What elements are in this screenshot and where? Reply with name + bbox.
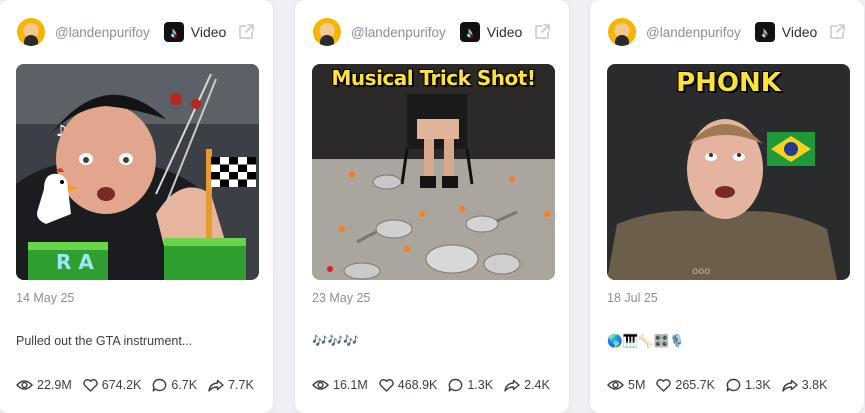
account-handle[interactable]: @landenpurifoy [55, 25, 150, 40]
shares-stat: 2.4K [504, 378, 550, 392]
post-header: @landenpurifoy ♪ Video [313, 16, 551, 48]
likes-stat: 674.2K [83, 378, 142, 392]
comment-icon [152, 378, 167, 392]
comment-icon [448, 378, 463, 392]
eye-icon [312, 380, 329, 390]
content-type-label: Video [190, 24, 227, 40]
video-thumbnail[interactable]: ooo PHONK [607, 64, 850, 280]
shares-count: 2.4K [524, 378, 550, 392]
comments-stat: 1.3K [448, 378, 493, 392]
likes-stat: 265.7K [656, 378, 715, 392]
heart-icon [83, 378, 98, 392]
content-type-label: Video [486, 24, 523, 40]
comments-stat: 6.7K [152, 378, 197, 392]
svg-text:ooo: ooo [692, 266, 710, 277]
engagement-stats: 16.1M 468.9K 1.3K 2.4K [312, 378, 561, 392]
shares-stat: 7.7K [208, 378, 254, 392]
video-overlay-title: Musical Trick Shot! [331, 66, 536, 90]
views-count: 16.1M [333, 378, 368, 392]
tiktok-icon: ♪ [163, 22, 184, 42]
views-stat: 5M [607, 378, 645, 392]
views-count: 22.9M [37, 378, 72, 392]
comments-stat: 1.3K [726, 378, 771, 392]
account-handle[interactable]: @landenpurifoy [351, 25, 446, 40]
post-card[interactable]: @landenpurifoy ♪ Video [0, 0, 273, 413]
post-header: @landenpurifoy ♪ Video [608, 16, 846, 48]
views-stat: 16.1M [312, 378, 368, 392]
tiktok-icon: ♪ [459, 22, 480, 42]
engagement-stats: 5M 265.7K 1.3K 3.8K [607, 378, 838, 392]
post-caption: Pulled out the GTA instrument... [16, 334, 193, 348]
comment-icon [726, 378, 741, 392]
heart-icon [379, 378, 394, 392]
share-icon [782, 379, 798, 392]
comments-count: 1.3K [467, 378, 494, 392]
eye-icon [16, 380, 33, 390]
external-link-icon[interactable] [533, 23, 551, 41]
avatar[interactable] [17, 18, 45, 46]
tiktok-icon: ♪ [754, 22, 775, 42]
svg-text:R A: R A [56, 250, 94, 274]
likes-stat: 468.9K [379, 378, 438, 392]
likes-count: 674.2K [101, 378, 142, 392]
video-thumbnail[interactable]: R A ♪ [16, 64, 259, 280]
external-link-icon[interactable] [237, 23, 255, 41]
account-handle[interactable]: @landenpurifoy [646, 25, 741, 40]
eye-icon [607, 380, 624, 390]
shares-count: 7.7K [228, 378, 254, 392]
avatar[interactable] [313, 18, 341, 46]
video-overlay-title: PHONK [676, 68, 781, 98]
shares-stat: 3.8K [782, 378, 828, 392]
share-icon [208, 379, 224, 392]
views-count: 5M [628, 378, 646, 392]
content-type-label: Video [781, 24, 818, 40]
post-date: 23 May 25 [312, 291, 371, 305]
comments-count: 1.3K [745, 378, 771, 392]
likes-count: 468.9K [397, 378, 438, 392]
share-icon [504, 379, 520, 392]
post-date: 14 May 25 [16, 291, 75, 305]
avatar[interactable] [608, 18, 636, 46]
heart-icon [656, 378, 672, 392]
engagement-stats: 22.9M 674.2K 6.7K 7.7K [16, 378, 265, 392]
post-header: @landenpurifoy ♪ Video [17, 16, 255, 48]
external-link-icon[interactable] [828, 23, 846, 41]
post-caption: 🎶🎶🎶 [312, 334, 359, 348]
post-card[interactable]: @landenpurifoy ♪ Video [295, 0, 569, 413]
svg-text:♪: ♪ [56, 121, 66, 140]
post-card[interactable]: @landenpurifoy ♪ Video ooo PHONK 18 Jul … [590, 0, 864, 413]
views-stat: 22.9M [16, 378, 72, 392]
post-caption: 🌎🎹🦴🎛️🎙️ [607, 334, 685, 348]
likes-count: 265.7K [675, 378, 715, 392]
video-thumbnail[interactable]: Musical Trick Shot! [312, 64, 555, 280]
comments-count: 6.7K [171, 378, 198, 392]
shares-count: 3.8K [801, 378, 828, 392]
post-date: 18 Jul 25 [607, 291, 658, 305]
